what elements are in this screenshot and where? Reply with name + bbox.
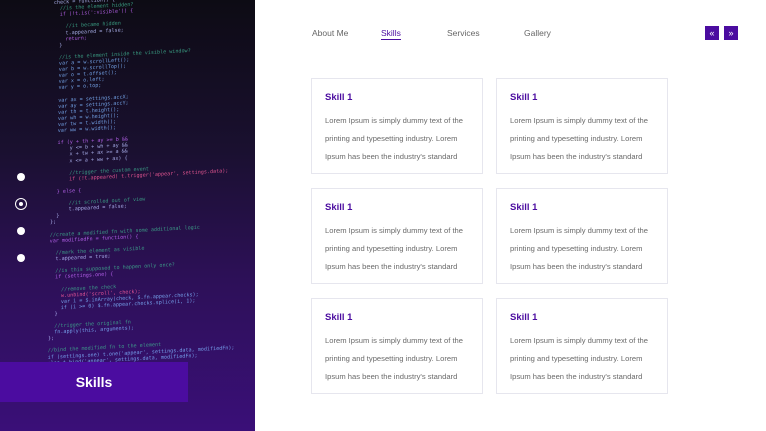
- skill-card-description: Lorem Ipsum is simply dummy text of the …: [510, 112, 660, 167]
- description-line: Lorem Ipsum is simply dummy text of the: [510, 116, 648, 125]
- skill-card: Skill 1 Lorem Ipsum is simply dummy text…: [496, 298, 668, 394]
- description-line: printing and typesetting industry. Lorem: [325, 244, 458, 254]
- skill-card-title: Skill 1: [510, 202, 538, 213]
- nav-item-services[interactable]: Services: [447, 28, 480, 38]
- skill-card: Skill 1 Lorem Ipsum is simply dummy text…: [311, 78, 483, 174]
- description-line: printing and typesetting industry. Lorem: [510, 354, 643, 364]
- pagination-dot-1[interactable]: [17, 173, 25, 181]
- pagination-dot-3[interactable]: [17, 227, 25, 235]
- skill-card: Skill 1 Lorem Ipsum is simply dummy text…: [496, 188, 668, 284]
- hero-panel: // if the element would appear inside vi…: [0, 0, 255, 431]
- nav-item-gallery[interactable]: Gallery: [524, 28, 551, 38]
- next-section-button[interactable]: »: [724, 26, 738, 40]
- description-line: Lorem Ipsum is simply dummy text of the: [510, 336, 648, 345]
- skill-card: Skill 1 Lorem Ipsum is simply dummy text…: [496, 78, 668, 174]
- description-line: Ipsum has been the industry's standard: [325, 152, 458, 162]
- double-chevron-right-icon: »: [728, 28, 734, 38]
- description-line: Lorem Ipsum is simply dummy text of the: [510, 226, 648, 235]
- skill-card-title: Skill 1: [325, 312, 353, 323]
- skill-card: Skill 1 Lorem Ipsum is simply dummy text…: [311, 298, 483, 394]
- skill-card-title: Skill 1: [510, 312, 538, 323]
- pagination-dot-4[interactable]: [17, 254, 25, 262]
- skill-card-description: Lorem Ipsum is simply dummy text of the …: [510, 332, 660, 387]
- description-line: printing and typesetting industry. Lorem: [510, 244, 643, 254]
- double-chevron-left-icon: «: [709, 28, 715, 38]
- skill-card: Skill 1 Lorem Ipsum is simply dummy text…: [311, 188, 483, 284]
- pagination-dot-2-active[interactable]: [15, 198, 27, 210]
- skill-card-description: Lorem Ipsum is simply dummy text of the …: [325, 112, 475, 167]
- prev-section-button[interactable]: «: [705, 26, 719, 40]
- description-line: Lorem Ipsum is simply dummy text of the: [325, 116, 463, 125]
- description-line: Ipsum has been the industry's standard: [510, 262, 643, 272]
- section-banner: Skills: [0, 362, 188, 402]
- top-nav: About Me Skills Services Gallery « »: [0, 0, 766, 50]
- skill-card-description: Lorem Ipsum is simply dummy text of the …: [325, 332, 475, 387]
- skill-card-title: Skill 1: [510, 92, 538, 103]
- nav-item-skills[interactable]: Skills: [381, 28, 401, 40]
- description-line: printing and typesetting industry. Lorem: [325, 354, 458, 364]
- description-line: Ipsum has been the industry's standard: [510, 372, 643, 382]
- skill-card-title: Skill 1: [325, 92, 353, 103]
- section-banner-title: Skills: [75, 374, 113, 390]
- description-line: printing and typesetting industry. Lorem: [325, 134, 458, 144]
- description-line: Lorem Ipsum is simply dummy text of the: [325, 336, 463, 345]
- description-line: printing and typesetting industry. Lorem: [510, 134, 643, 144]
- description-line: Ipsum has been the industry's standard: [510, 152, 643, 162]
- description-line: Ipsum has been the industry's standard: [325, 372, 458, 382]
- skill-card-title: Skill 1: [325, 202, 353, 213]
- description-line: Lorem Ipsum is simply dummy text of the: [325, 226, 463, 235]
- skill-card-description: Lorem Ipsum is simply dummy text of the …: [325, 222, 475, 277]
- skill-card-description: Lorem Ipsum is simply dummy text of the …: [510, 222, 660, 277]
- description-line: Ipsum has been the industry's standard: [325, 262, 458, 272]
- nav-item-about-me[interactable]: About Me: [312, 28, 348, 38]
